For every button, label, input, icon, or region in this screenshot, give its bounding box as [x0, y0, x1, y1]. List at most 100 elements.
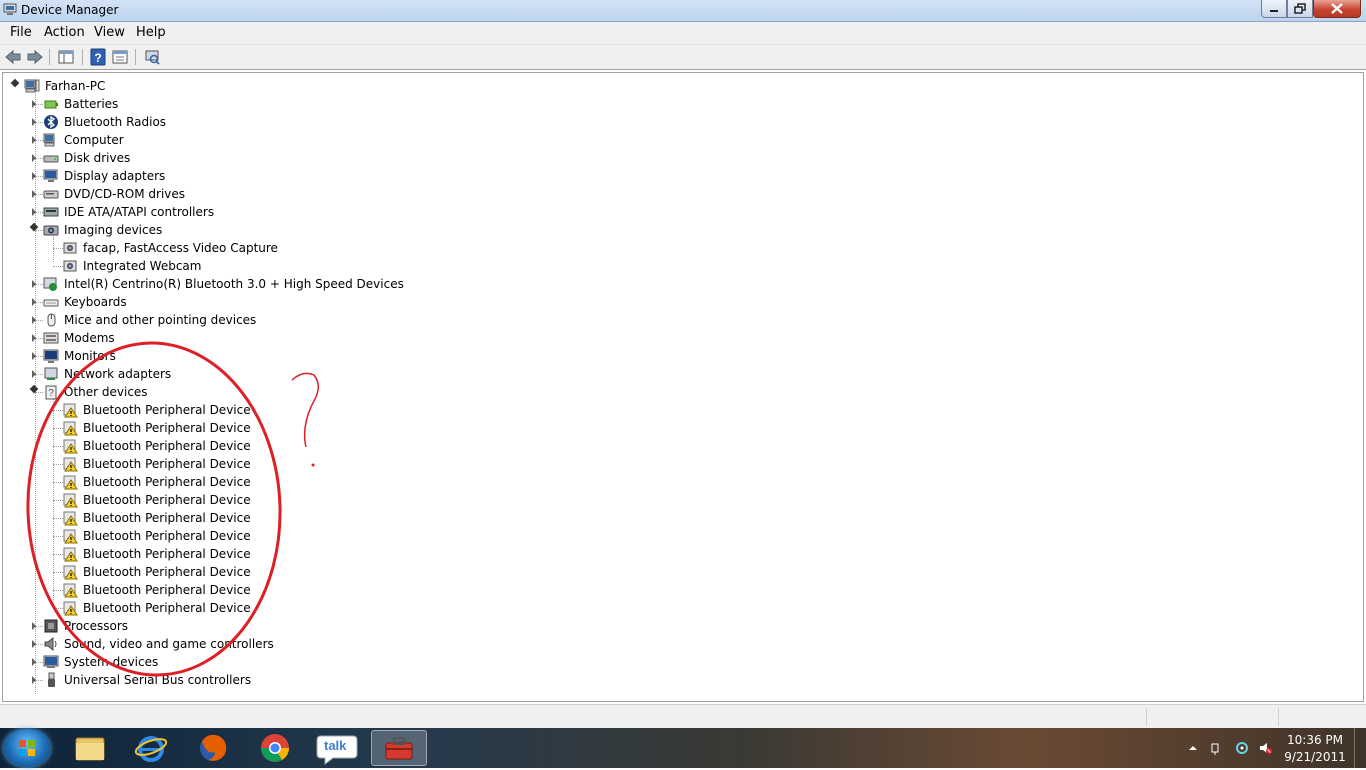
processor-icon — [44, 619, 58, 633]
tree-category[interactable]: Computer — [3, 131, 603, 149]
expand-arrow-icon[interactable] — [32, 352, 36, 360]
modem-icon — [43, 332, 59, 344]
explorer-taskbar-button[interactable] — [62, 730, 118, 766]
power-plug-icon[interactable] — [1208, 741, 1222, 755]
close-button[interactable] — [1313, 0, 1361, 18]
show-desktop-button[interactable] — [1354, 728, 1366, 768]
clock-date[interactable]: 9/21/2011 — [1283, 750, 1347, 764]
expand-arrow-icon[interactable] — [32, 370, 36, 378]
toolbar-separator — [49, 49, 50, 65]
tree-root[interactable]: Farhan-PC — [3, 77, 403, 95]
tree-device[interactable]: Bluetooth Peripheral Device — [3, 419, 603, 437]
back-arrow-icon[interactable] — [4, 48, 22, 66]
forward-arrow-icon[interactable] — [26, 48, 44, 66]
tree-device[interactable]: Integrated Webcam — [3, 257, 603, 275]
google-talk-taskbar-button[interactable]: talk — [309, 730, 365, 766]
collapse-arrow-icon[interactable] — [10, 78, 20, 88]
tree-item-label: Disk drives — [64, 151, 131, 165]
tree-item-label: Bluetooth Peripheral Device — [83, 547, 251, 561]
warning-device-icon — [63, 421, 78, 436]
warning-device-icon — [63, 511, 78, 526]
expand-arrow-icon[interactable] — [32, 154, 36, 162]
tree-device[interactable]: facap, FastAccess Video Capture — [3, 239, 603, 257]
warning-device-icon — [63, 583, 78, 598]
tree-device[interactable]: Bluetooth Peripheral Device — [3, 581, 603, 599]
start-button[interactable] — [4, 729, 50, 767]
tree-item-label: Bluetooth Peripheral Device — [83, 439, 251, 453]
warning-device-icon — [63, 439, 78, 454]
tree-category[interactable]: IDE ATA/ATAPI controllers — [3, 203, 603, 221]
firefox-taskbar-button[interactable] — [185, 730, 241, 766]
tree-item-label: Computer — [64, 133, 124, 147]
tree-category[interactable]: DVD/CD-ROM drives — [3, 185, 603, 203]
tree-category[interactable]: Batteries — [3, 95, 603, 113]
keyboard-icon — [43, 299, 59, 307]
expand-arrow-icon[interactable] — [32, 640, 36, 648]
tree-item-label: Bluetooth Peripheral Device — [83, 457, 251, 471]
scan-hardware-changes-icon[interactable] — [143, 48, 161, 66]
clock-time[interactable]: 10:36 PM — [1283, 733, 1347, 747]
tree-category[interactable]: Mice and other pointing devices — [3, 311, 603, 329]
tree-device[interactable]: Bluetooth Peripheral Device — [3, 599, 603, 617]
tree-guide-line — [35, 104, 43, 106]
expand-arrow-icon[interactable] — [32, 316, 36, 324]
tree-category[interactable]: Monitors — [3, 347, 603, 365]
expand-arrow-icon[interactable] — [32, 118, 36, 126]
tree-category[interactable]: Intel(R) Centrino(R) Bluetooth 3.0 + Hig… — [3, 275, 603, 293]
network-adapter-icon — [44, 367, 58, 380]
tree-category[interactable]: Disk drives — [3, 149, 603, 167]
expand-arrow-icon[interactable] — [32, 334, 36, 342]
menu-help[interactable]: Help — [136, 25, 166, 40]
tree-guide-line — [35, 284, 43, 286]
tree-category[interactable]: Processors — [3, 617, 603, 635]
expand-arrow-icon[interactable] — [32, 298, 36, 306]
tree-category[interactable]: Bluetooth Radios — [3, 113, 603, 131]
menu-file[interactable]: File — [10, 25, 32, 40]
help-icon[interactable]: ? — [89, 48, 107, 66]
chrome-taskbar-button[interactable] — [247, 730, 303, 766]
maximize-button[interactable] — [1287, 0, 1313, 18]
tree-item-label: Bluetooth Peripheral Device — [83, 529, 251, 543]
expand-arrow-icon[interactable] — [32, 676, 36, 684]
tree-category[interactable]: Modems — [3, 329, 603, 347]
expand-arrow-icon[interactable] — [32, 658, 36, 666]
tree-category[interactable]: Universal Serial Bus controllers — [3, 671, 603, 689]
tree-guide-line — [35, 212, 43, 214]
expand-arrow-icon[interactable] — [32, 190, 36, 198]
expand-arrow-icon[interactable] — [32, 280, 36, 288]
battery-icon — [44, 100, 58, 109]
show-hidden-icons-chevron-icon[interactable] — [1186, 741, 1200, 755]
tree-category[interactable]: Imaging devices — [3, 221, 603, 239]
tree-device[interactable]: Bluetooth Peripheral Device — [3, 545, 603, 563]
expand-arrow-icon[interactable] — [32, 172, 36, 180]
tree-category[interactable]: Display adapters — [3, 167, 603, 185]
tree-category[interactable]: Sound, video and game controllers — [3, 635, 603, 653]
show-hide-console-tree-icon[interactable] — [57, 48, 75, 66]
minimize-button[interactable] — [1261, 0, 1287, 18]
tree-category[interactable]: Network adapters — [3, 365, 603, 383]
expand-arrow-icon[interactable] — [32, 100, 36, 108]
tree-device[interactable]: Bluetooth Peripheral Device — [3, 437, 603, 455]
tree-category[interactable]: ? Other devices — [3, 383, 603, 401]
expand-arrow-icon[interactable] — [32, 136, 36, 144]
tree-device[interactable]: Bluetooth Peripheral Device — [3, 455, 603, 473]
tree-device[interactable]: Bluetooth Peripheral Device — [3, 473, 603, 491]
internet-explorer-taskbar-button[interactable] — [123, 730, 179, 766]
svg-text:?: ? — [48, 388, 54, 399]
tree-item-label: Intel(R) Centrino(R) Bluetooth 3.0 + Hig… — [64, 277, 404, 291]
volume-muted-icon[interactable] — [1258, 741, 1272, 755]
tree-device[interactable]: Bluetooth Peripheral Device — [3, 401, 603, 419]
expand-arrow-icon[interactable] — [32, 622, 36, 630]
expand-arrow-icon[interactable] — [32, 208, 36, 216]
tree-device[interactable]: Bluetooth Peripheral Device — [3, 527, 603, 545]
tree-device[interactable]: Bluetooth Peripheral Device — [3, 563, 603, 581]
tree-device[interactable]: Bluetooth Peripheral Device — [3, 491, 603, 509]
tree-device[interactable]: Bluetooth Peripheral Device — [3, 509, 603, 527]
menu-view[interactable]: View — [94, 25, 125, 40]
tree-category[interactable]: Keyboards — [3, 293, 603, 311]
network-icon[interactable] — [1235, 741, 1249, 755]
menu-action[interactable]: Action — [44, 25, 85, 40]
properties-icon[interactable] — [111, 48, 129, 66]
device-manager-taskbar-button[interactable] — [371, 730, 427, 766]
tree-category[interactable]: System devices — [3, 653, 603, 671]
